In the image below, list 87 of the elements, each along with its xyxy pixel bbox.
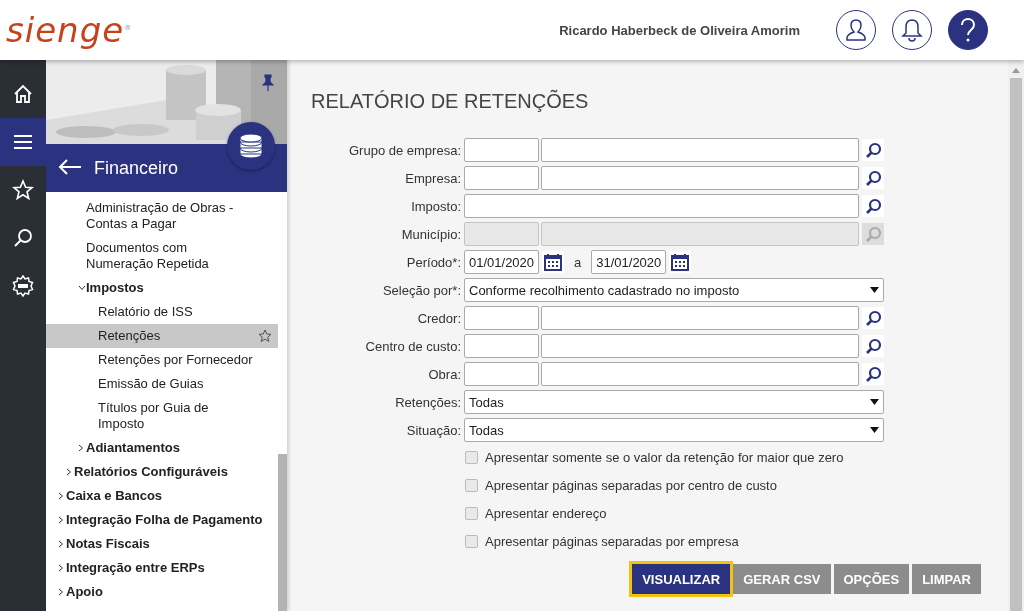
caret-right-icon[interactable] bbox=[58, 588, 64, 596]
menu-item[interactable]: Caixa e Bancos bbox=[46, 484, 278, 508]
search-icon[interactable] bbox=[864, 141, 882, 159]
search-icon[interactable] bbox=[864, 337, 882, 355]
field-label: Credor: bbox=[416, 310, 461, 326]
checkbox[interactable] bbox=[465, 506, 478, 520]
coins-icon bbox=[238, 133, 264, 159]
field-label: Obra: bbox=[427, 366, 461, 382]
caret-right-icon[interactable] bbox=[78, 444, 84, 452]
date-field[interactable]: 31/01/2020 bbox=[591, 250, 667, 274]
select-field[interactable]: Conforme recolhimento cadastrado no imposto bbox=[464, 278, 884, 302]
code-field[interactable] bbox=[464, 138, 539, 162]
field-label: Empresa: bbox=[404, 170, 461, 186]
dropdown-arrow-icon bbox=[870, 287, 879, 293]
caret-right-icon[interactable] bbox=[58, 564, 64, 572]
menu-item[interactable]: Emissão de Guias bbox=[46, 372, 278, 396]
description-field[interactable] bbox=[541, 362, 859, 386]
code-field[interactable] bbox=[464, 362, 539, 386]
field-label: Imposto: bbox=[410, 198, 461, 214]
code-field[interactable] bbox=[464, 306, 539, 330]
checkbox-label: Apresentar páginas separadas por empresa bbox=[485, 533, 739, 549]
menu-item[interactable]: Administração de Obras - Contas a Pagar bbox=[46, 196, 278, 236]
menu-item[interactable]: Impostos bbox=[46, 276, 278, 300]
caret-right-icon[interactable] bbox=[58, 540, 64, 548]
primary-button[interactable]: VISUALIZAR bbox=[632, 564, 731, 594]
caret-right-icon[interactable] bbox=[66, 468, 72, 476]
field-label: Centro de custo: bbox=[364, 338, 461, 354]
search-icon[interactable] bbox=[864, 169, 882, 187]
bell-icon[interactable] bbox=[901, 18, 923, 42]
checkbox[interactable] bbox=[465, 478, 478, 492]
back-arrow-icon[interactable] bbox=[58, 157, 82, 176]
description-field[interactable] bbox=[541, 138, 859, 162]
search-icon[interactable] bbox=[864, 365, 882, 383]
checkbox-label: Apresentar somente se o valor da retenção for maior que zero bbox=[485, 449, 844, 465]
select-field[interactable]: Todas bbox=[464, 390, 884, 414]
menu-item[interactable]: Relatório de ISS bbox=[46, 300, 278, 324]
menu-item[interactable]: Apoio bbox=[46, 580, 278, 604]
caret-down-icon[interactable] bbox=[78, 285, 86, 291]
menu-item[interactable]: Integração Folha de Pagamento bbox=[46, 508, 278, 532]
search-icon[interactable] bbox=[12, 227, 34, 249]
calendar-icon[interactable] bbox=[544, 253, 562, 271]
field-label: Retenções: bbox=[394, 394, 461, 410]
star-icon[interactable] bbox=[258, 329, 272, 343]
menu-item[interactable]: Retenções por Fornecedor bbox=[46, 348, 278, 372]
search-icon[interactable] bbox=[864, 197, 882, 215]
pin-icon[interactable] bbox=[262, 74, 274, 92]
scrollbar-thumb[interactable] bbox=[278, 454, 287, 611]
menu-item[interactable]: Títulos por Guia de Imposto bbox=[46, 396, 278, 436]
input-field[interactable] bbox=[464, 194, 860, 218]
dropdown-arrow-icon bbox=[870, 399, 879, 405]
date-field[interactable]: 01/01/2020 bbox=[464, 250, 539, 274]
menu-item[interactable]: Documentos com Numeração Repetida bbox=[46, 236, 278, 276]
menu-item[interactable]: Adiantamentos bbox=[46, 436, 278, 460]
checkbox[interactable] bbox=[465, 534, 478, 548]
help-icon[interactable] bbox=[959, 17, 977, 43]
code-field[interactable] bbox=[464, 166, 539, 190]
checkbox-label: Apresentar endereço bbox=[485, 505, 607, 521]
search-icon[interactable] bbox=[864, 309, 882, 327]
calendar-icon[interactable] bbox=[671, 253, 690, 271]
field-label: Município: bbox=[400, 226, 461, 242]
sidebar-title: Financeiro bbox=[94, 157, 179, 179]
menu-item[interactable]: Notas Fiscais bbox=[46, 532, 278, 556]
description-field[interactable] bbox=[541, 166, 859, 190]
gear-badge-icon[interactable] bbox=[12, 275, 34, 297]
checkbox-label: Apresentar páginas separadas por centro de custo bbox=[485, 477, 777, 493]
description-field[interactable] bbox=[541, 306, 859, 330]
dropdown-arrow-icon bbox=[870, 427, 879, 433]
field-label: Situação: bbox=[405, 422, 461, 438]
date-separator: a bbox=[574, 254, 582, 270]
menu-item[interactable]: Integração entre ERPs bbox=[46, 556, 278, 580]
caret-right-icon[interactable] bbox=[58, 492, 64, 500]
description-field[interactable] bbox=[541, 334, 859, 358]
field-label: Período*: bbox=[405, 254, 461, 270]
user-icon[interactable] bbox=[845, 18, 867, 42]
menu-item[interactable]: Relatórios Configuráveis bbox=[46, 460, 278, 484]
code-field[interactable] bbox=[464, 334, 539, 358]
scrollbar-thumb[interactable] bbox=[1010, 78, 1022, 611]
checkbox[interactable] bbox=[465, 450, 478, 464]
menu-item[interactable]: Retenções bbox=[46, 324, 278, 348]
caret-right-icon[interactable] bbox=[58, 516, 64, 524]
home-icon[interactable] bbox=[12, 83, 34, 105]
page-title: RELATÓRIO DE RETENÇÕES bbox=[311, 88, 590, 114]
user-name: Ricardo Haberbeck de Oliveira Amorim bbox=[559, 22, 800, 38]
select-field[interactable]: Todas bbox=[464, 418, 884, 442]
field-label: Seleção por*: bbox=[381, 282, 461, 298]
field-label: Grupo de empresa: bbox=[348, 142, 461, 158]
logo: sienge$^{®}$ bbox=[6, 13, 133, 47]
